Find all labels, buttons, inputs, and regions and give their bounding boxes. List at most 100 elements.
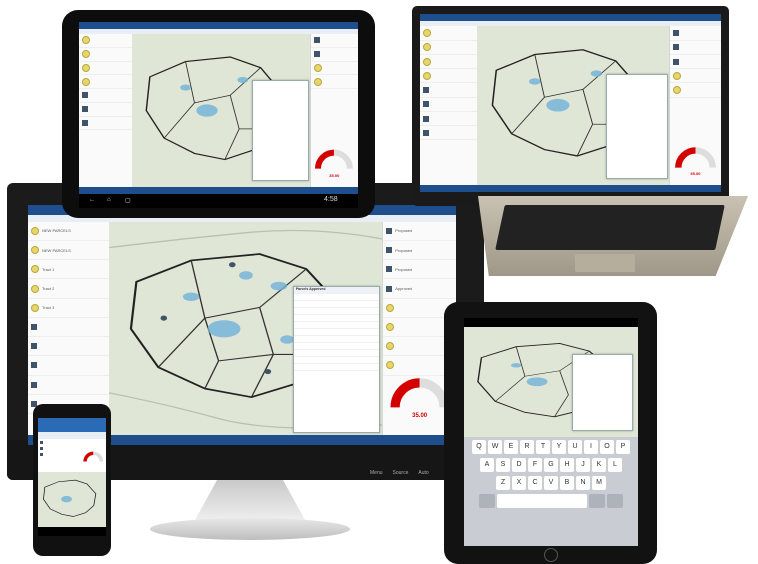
numbers-key[interactable] xyxy=(589,493,605,508)
key-o[interactable]: O xyxy=(600,439,614,454)
onscreen-keyboard[interactable]: QWERTYUIOP ASDFGHJKL ZXCVBNM xyxy=(464,436,638,546)
list-item[interactable] xyxy=(38,451,79,457)
auto-button[interactable]: Auto xyxy=(418,470,428,480)
list-item[interactable]: Proposed xyxy=(383,260,456,280)
feature-popup[interactable] xyxy=(606,73,668,179)
map-view[interactable] xyxy=(132,34,311,188)
layer-icon xyxy=(386,323,395,331)
list-item[interactable]: NEW PARCELS xyxy=(28,241,110,261)
key-f[interactable]: F xyxy=(528,457,542,472)
key-l[interactable]: L xyxy=(608,457,622,472)
map-view[interactable] xyxy=(477,26,670,185)
list-item[interactable] xyxy=(79,89,132,103)
recent-apps-icon[interactable]: ▢ xyxy=(125,197,131,204)
list-item[interactable] xyxy=(79,48,132,62)
list-item[interactable] xyxy=(310,34,358,48)
laptop-touchpad[interactable] xyxy=(575,254,635,272)
list-item[interactable] xyxy=(310,62,358,76)
layer-icon xyxy=(82,50,90,59)
key-q[interactable]: Q xyxy=(472,439,486,454)
key-u[interactable]: U xyxy=(568,439,582,454)
popup-title: Parcels Approved xyxy=(293,286,379,294)
key-w[interactable]: W xyxy=(488,439,502,454)
list-item[interactable] xyxy=(28,356,110,376)
keyboard-row-1: QWERTYUIOP xyxy=(466,439,636,454)
list-item[interactable] xyxy=(669,26,721,41)
list-item[interactable] xyxy=(79,75,132,90)
numbers-key[interactable] xyxy=(479,493,495,508)
keyboard-dismiss-icon[interactable] xyxy=(607,493,623,508)
list-item[interactable] xyxy=(28,337,110,357)
key-s[interactable]: S xyxy=(496,457,510,472)
list-item[interactable] xyxy=(669,83,721,98)
list-item[interactable]: Tract 2 xyxy=(28,279,110,299)
parcel-icon xyxy=(672,30,679,37)
list-item[interactable] xyxy=(79,117,132,131)
key-n[interactable]: N xyxy=(576,475,590,490)
key-c[interactable]: C xyxy=(528,475,542,490)
list-item[interactable]: Approved xyxy=(383,279,456,299)
layer-icon xyxy=(313,77,322,86)
key-v[interactable]: V xyxy=(544,475,558,490)
key-k[interactable]: K xyxy=(592,457,606,472)
list-item[interactable]: Tract 3 xyxy=(28,299,110,318)
list-item[interactable] xyxy=(669,41,721,55)
parcel-icon xyxy=(386,227,393,234)
list-item[interactable] xyxy=(79,34,132,48)
key-m[interactable]: M xyxy=(592,475,606,490)
phone-tabs[interactable] xyxy=(38,432,106,440)
key-y[interactable]: Y xyxy=(552,439,566,454)
gauge xyxy=(83,449,103,463)
map-view[interactable] xyxy=(464,327,638,437)
list-item[interactable]: NEW PARCELS xyxy=(28,222,110,242)
list-item[interactable] xyxy=(420,126,478,141)
list-item[interactable] xyxy=(28,318,110,338)
list-item[interactable] xyxy=(420,26,478,41)
app-statusbar xyxy=(420,184,721,192)
key-p[interactable]: P xyxy=(616,439,630,454)
map-view[interactable] xyxy=(38,472,106,527)
space-key[interactable] xyxy=(497,493,587,508)
map-view[interactable]: Parcels Approved xyxy=(109,221,384,436)
list-item[interactable] xyxy=(669,69,721,84)
list-item[interactable] xyxy=(310,75,358,90)
list-item[interactable] xyxy=(420,55,478,70)
list-item[interactable] xyxy=(28,376,110,395)
list-item[interactable]: Proposed xyxy=(383,241,456,261)
map-boundaries xyxy=(43,480,97,518)
list-item[interactable] xyxy=(669,55,721,70)
key-j[interactable]: J xyxy=(576,457,590,472)
laptop-keyboard[interactable] xyxy=(495,205,725,250)
list-item[interactable] xyxy=(310,48,358,62)
key-h[interactable]: H xyxy=(560,457,574,472)
key-r[interactable]: R xyxy=(520,439,534,454)
key-z[interactable]: Z xyxy=(496,475,510,490)
home-button[interactable] xyxy=(544,548,558,562)
key-b[interactable]: B xyxy=(560,475,574,490)
home-icon[interactable]: ⌂ xyxy=(107,197,111,203)
list-item[interactable] xyxy=(420,112,478,127)
list-item[interactable] xyxy=(79,62,132,76)
source-button[interactable]: Source xyxy=(393,470,409,480)
feature-popup[interactable] xyxy=(571,354,634,431)
list-item[interactable] xyxy=(420,69,478,84)
key-x[interactable]: X xyxy=(512,475,526,490)
key-i[interactable]: I xyxy=(584,439,598,454)
list-item[interactable] xyxy=(420,83,478,98)
list-item[interactable] xyxy=(420,98,478,112)
feature-popup[interactable] xyxy=(251,79,309,182)
list-item[interactable]: Tract 1 xyxy=(28,260,110,280)
list-item[interactable]: Proposed xyxy=(383,222,456,242)
parcel-icon xyxy=(672,44,679,51)
key-e[interactable]: E xyxy=(504,439,518,454)
key-t[interactable]: T xyxy=(536,439,550,454)
key-a[interactable]: A xyxy=(480,457,494,472)
key-g[interactable]: G xyxy=(544,457,558,472)
layer-icon xyxy=(31,303,39,312)
feature-popup[interactable]: Parcels Approved xyxy=(292,285,380,434)
list-item[interactable] xyxy=(420,41,478,55)
back-icon[interactable]: ← xyxy=(89,197,95,203)
list-item[interactable] xyxy=(79,103,132,117)
menu-button[interactable]: Menu xyxy=(370,470,383,480)
key-d[interactable]: D xyxy=(512,457,526,472)
